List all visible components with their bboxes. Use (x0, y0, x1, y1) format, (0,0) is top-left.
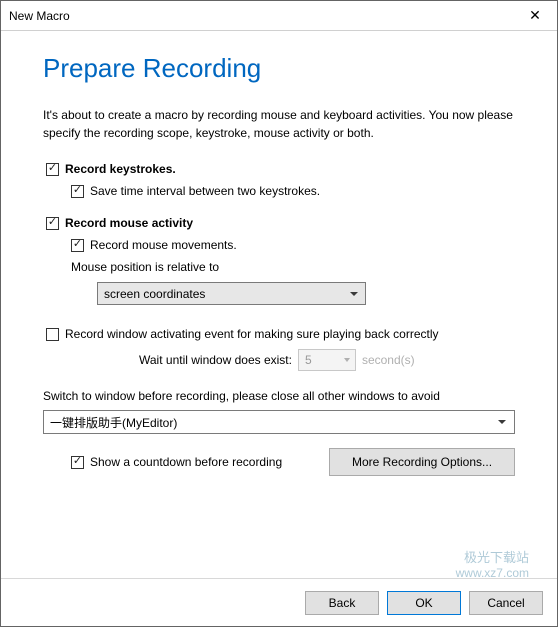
back-button[interactable]: Back (305, 591, 379, 615)
countdown-label: Show a countdown before recording (90, 455, 282, 469)
page-title: Prepare Recording (43, 53, 515, 84)
record-mouse-movements-row[interactable]: Record mouse movements. (71, 238, 515, 252)
switch-window-label: Switch to window before recording, pleas… (43, 389, 515, 403)
window-title: New Macro (9, 9, 513, 23)
dialog-footer: Back OK Cancel (1, 578, 557, 626)
record-mouse-row[interactable]: Record mouse activity (46, 216, 515, 230)
switch-window-select[interactable] (43, 410, 515, 434)
record-mouse-label: Record mouse activity (65, 216, 193, 230)
mouse-position-select-wrap[interactable] (97, 282, 366, 305)
save-interval-row[interactable]: Save time interval between two keystroke… (71, 184, 515, 198)
bottom-row: Show a countdown before recording More R… (43, 448, 515, 476)
close-button[interactable]: ✕ (513, 1, 557, 31)
wait-seconds-wrap (298, 349, 356, 371)
mouse-position-label-row: Mouse position is relative to (71, 260, 515, 274)
record-keystrokes-row[interactable]: Record keystrokes. (46, 162, 515, 176)
wait-seconds-unit: second(s) (362, 353, 415, 367)
titlebar: New Macro ✕ (1, 1, 557, 31)
new-macro-dialog: New Macro ✕ Prepare Recording It's about… (0, 0, 558, 627)
switch-window-select-wrap[interactable] (43, 410, 515, 434)
record-mouse-checkbox[interactable] (46, 217, 59, 230)
more-recording-options-button[interactable]: More Recording Options... (329, 448, 515, 476)
record-keystrokes-label: Record keystrokes. (65, 162, 176, 176)
wait-row: Wait until window does exist: second(s) (43, 349, 515, 371)
record-keystrokes-checkbox[interactable] (46, 163, 59, 176)
intro-text: It's about to create a macro by recordin… (43, 106, 515, 142)
close-icon: ✕ (529, 7, 541, 24)
mouse-position-label: Mouse position is relative to (71, 260, 219, 274)
record-window-event-checkbox[interactable] (46, 328, 59, 341)
record-mouse-movements-checkbox[interactable] (71, 239, 84, 252)
content-area: Prepare Recording It's about to create a… (1, 31, 557, 578)
save-interval-checkbox[interactable] (71, 185, 84, 198)
record-window-event-row[interactable]: Record window activating event for makin… (46, 327, 515, 341)
ok-button[interactable]: OK (387, 591, 461, 615)
save-interval-label: Save time interval between two keystroke… (90, 184, 320, 198)
wait-seconds-input (298, 349, 356, 371)
countdown-row[interactable]: Show a countdown before recording (43, 455, 282, 469)
mouse-position-select[interactable] (97, 282, 366, 305)
record-mouse-movements-label: Record mouse movements. (90, 238, 237, 252)
record-window-event-label: Record window activating event for makin… (65, 327, 439, 341)
cancel-button[interactable]: Cancel (469, 591, 543, 615)
countdown-checkbox[interactable] (71, 456, 84, 469)
wait-until-label: Wait until window does exist: (139, 353, 292, 367)
